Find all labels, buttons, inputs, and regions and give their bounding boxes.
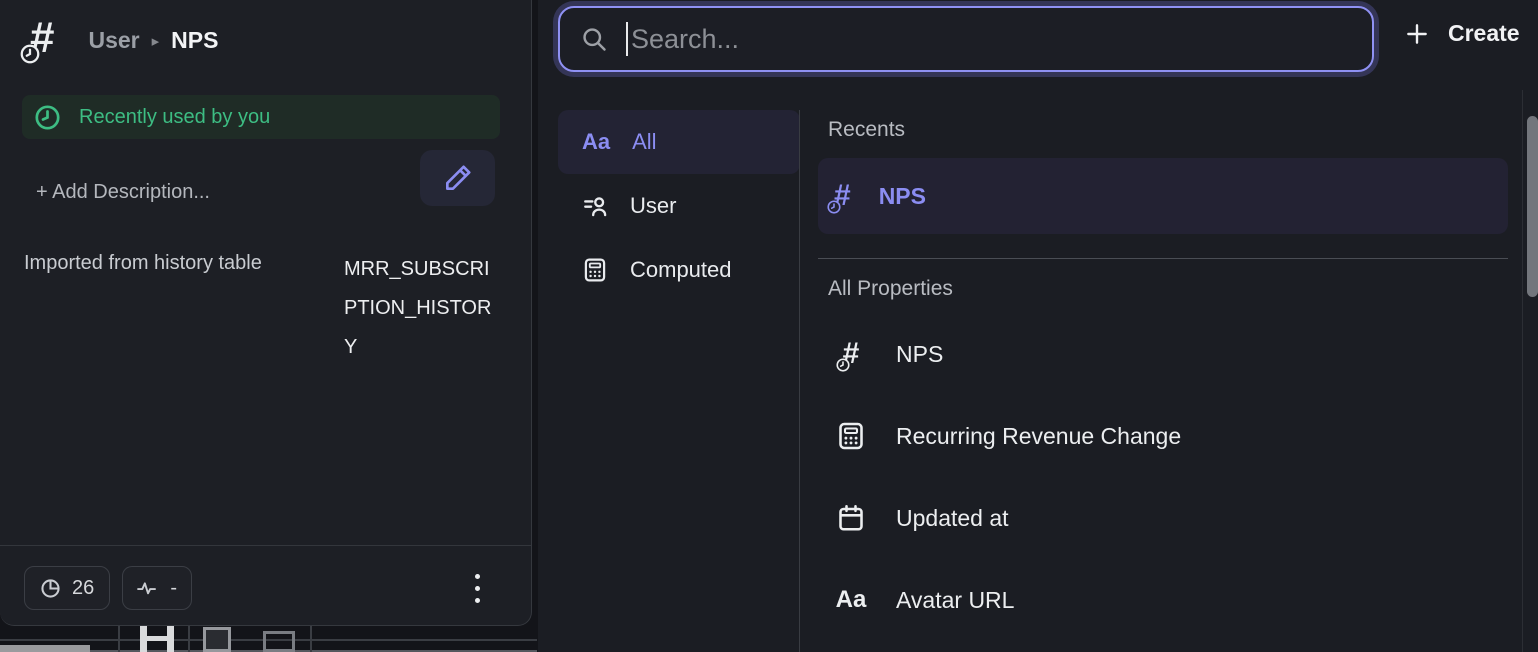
search-placeholder: Search... xyxy=(631,24,739,55)
sparkline-value: - xyxy=(170,577,177,600)
property-source-label: Imported from history table xyxy=(24,252,262,275)
text-format-icon: Aa xyxy=(582,131,610,153)
recents-item-nps[interactable]: # NPS xyxy=(818,158,1508,234)
kebab-dot xyxy=(475,586,480,591)
breadcrumb-parent[interactable]: User xyxy=(88,27,139,54)
scrollbar-track xyxy=(1522,90,1523,652)
results-column: Recents # NPS All Properties # xyxy=(818,110,1508,641)
property-item-label: Recurring Revenue Change xyxy=(896,423,1181,450)
property-item-label: Updated at xyxy=(896,505,1009,532)
user-count-button[interactable]: 26 xyxy=(24,566,110,610)
section-title-all-properties: All Properties xyxy=(828,277,1508,301)
recently-used-label: Recently used by you xyxy=(79,106,270,129)
property-list: # NPS xyxy=(818,313,1508,641)
filter-label: Computed xyxy=(630,257,732,283)
property-item-label: Avatar URL xyxy=(896,587,1014,614)
chevron-right-icon: ▸ xyxy=(152,32,160,50)
property-item-updated-at[interactable]: Updated at xyxy=(818,477,1508,559)
calendar-icon xyxy=(836,503,866,533)
user-list-icon xyxy=(582,193,608,219)
filter-label: All xyxy=(632,129,656,155)
column-divider xyxy=(799,110,800,652)
clock-overlay-icon xyxy=(836,358,850,372)
create-button[interactable]: Create xyxy=(1404,20,1520,47)
property-search-modal: Search... Create Aa All User xyxy=(538,0,1538,652)
calculator-icon xyxy=(582,257,608,283)
filter-item-computed[interactable]: Computed xyxy=(558,238,800,302)
add-description-button[interactable]: + Add Description... xyxy=(36,181,210,204)
text-format-icon: Aa xyxy=(836,588,867,612)
edit-description-button[interactable] xyxy=(420,150,495,206)
clock-overlay-icon xyxy=(827,200,841,214)
search-icon xyxy=(580,25,608,53)
property-item-label: NPS xyxy=(896,341,943,368)
clock-overlay-icon xyxy=(20,44,40,64)
section-title-recents: Recents xyxy=(828,118,1508,142)
property-source-value: MRR_SUBSCRIPTION_HISTORY xyxy=(344,250,502,367)
number-history-icon: # xyxy=(30,16,54,60)
recents-item-label: NPS xyxy=(879,183,926,210)
scrollbar-thumb[interactable] xyxy=(1527,116,1538,297)
clock-icon xyxy=(34,104,61,131)
create-label: Create xyxy=(1448,20,1520,47)
property-item-avatar-url[interactable]: Aa Avatar URL xyxy=(818,559,1508,641)
pulse-icon xyxy=(137,580,160,596)
kebab-dot xyxy=(475,574,480,579)
filter-item-all[interactable]: Aa All xyxy=(558,110,800,174)
search-input[interactable]: Search... xyxy=(558,6,1374,72)
number-history-icon: # xyxy=(843,339,860,369)
number-history-icon: # xyxy=(834,181,851,211)
filter-item-user[interactable]: User xyxy=(558,174,800,238)
property-item-nps[interactable]: # NPS xyxy=(818,313,1508,395)
panel-header: # User ▸ NPS xyxy=(30,16,218,60)
property-detail-panel: # User ▸ NPS Recently used by you + Add … xyxy=(0,0,532,626)
section-divider xyxy=(818,258,1508,259)
plus-icon xyxy=(1404,21,1430,47)
footer-divider xyxy=(0,545,531,546)
pencil-icon xyxy=(442,162,474,194)
kebab-dot xyxy=(475,598,480,603)
calculator-icon xyxy=(836,421,866,451)
breadcrumb: User ▸ NPS xyxy=(88,27,218,54)
user-count-value: 26 xyxy=(72,577,94,600)
filter-column: Aa All User Computed xyxy=(558,110,800,302)
recently-used-badge: Recently used by you xyxy=(22,95,500,139)
filter-label: User xyxy=(630,193,676,219)
sparkline-button[interactable]: - xyxy=(122,566,192,610)
pie-chart-icon xyxy=(39,577,62,600)
breadcrumb-current: NPS xyxy=(171,27,218,54)
text-caret xyxy=(626,22,628,56)
more-options-button[interactable] xyxy=(466,568,488,608)
property-item-recurring-revenue-change[interactable]: Recurring Revenue Change xyxy=(818,395,1508,477)
background-page-fragment xyxy=(0,625,537,652)
